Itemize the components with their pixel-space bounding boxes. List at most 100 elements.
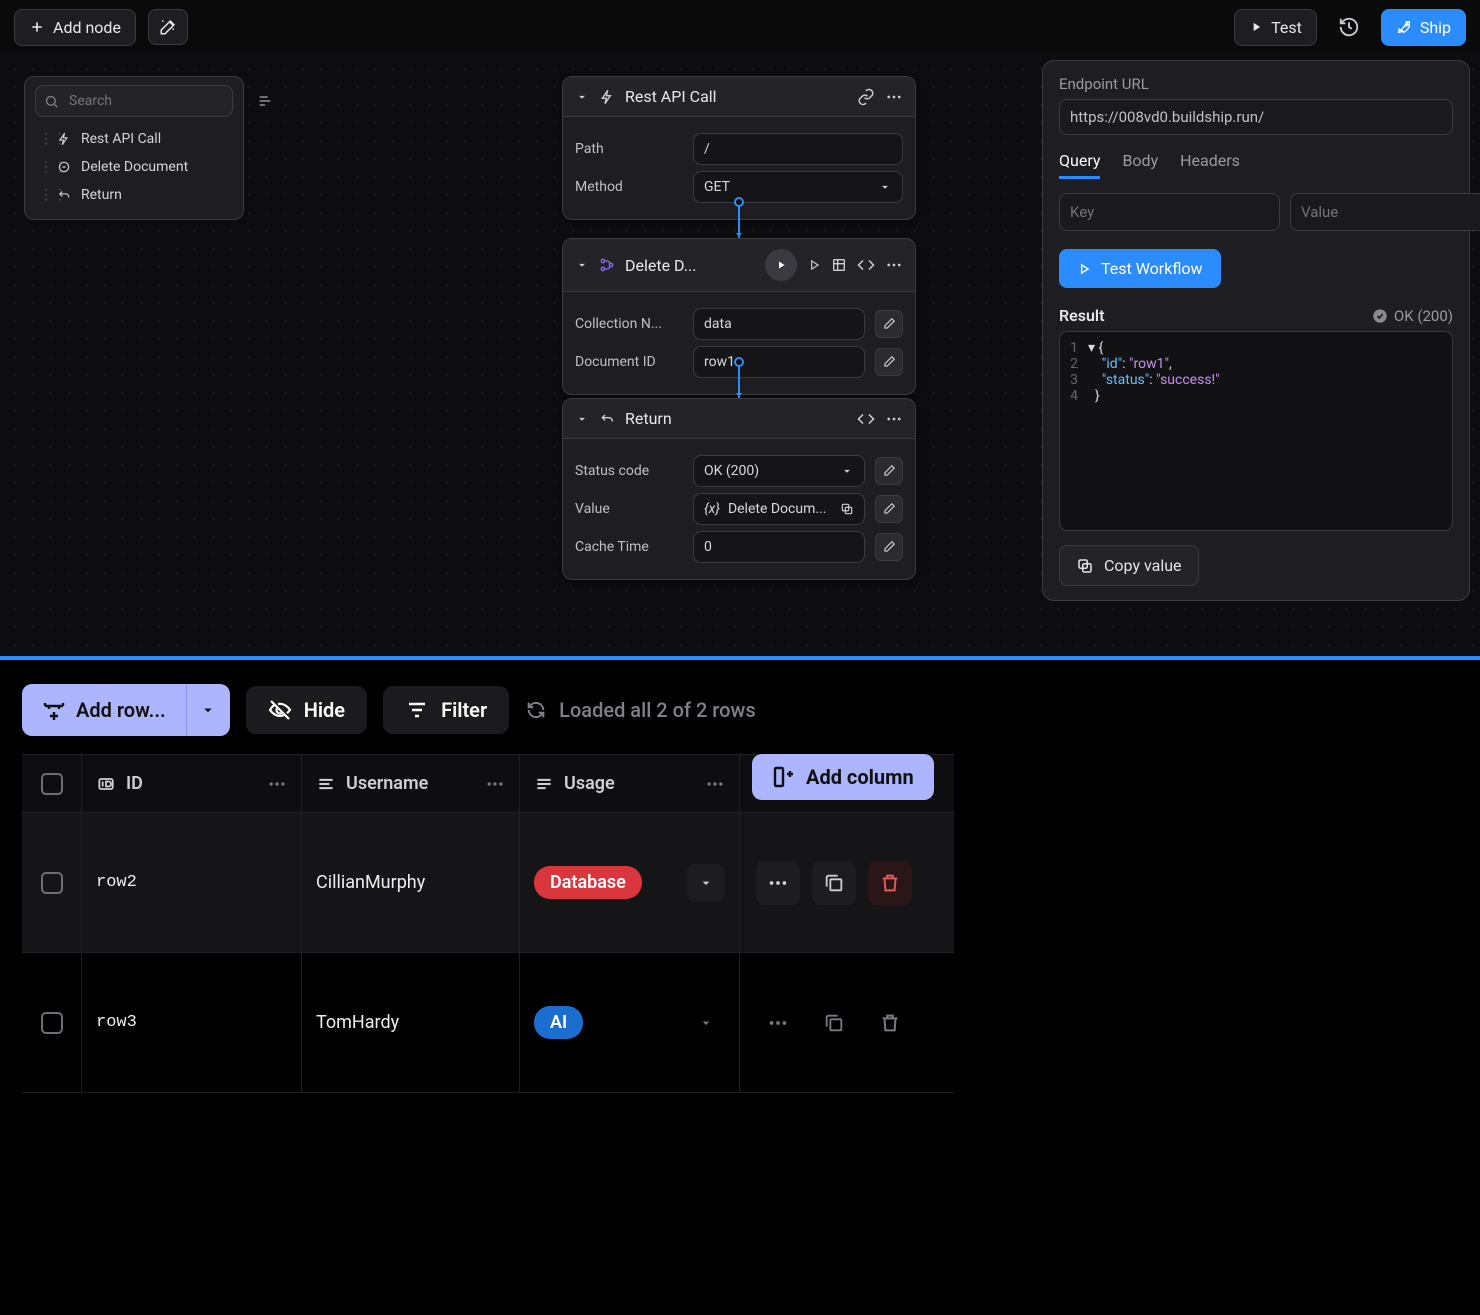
query-key-input[interactable] bbox=[1059, 193, 1280, 231]
path-label: Path bbox=[575, 141, 683, 157]
copy-icon[interactable] bbox=[840, 502, 854, 516]
method-value: GET bbox=[704, 179, 730, 195]
tab-headers[interactable]: Headers bbox=[1180, 151, 1240, 179]
table-row[interactable]: row2 CillianMurphy Database bbox=[22, 813, 954, 953]
column-more-icon[interactable] bbox=[705, 774, 725, 794]
link-icon[interactable] bbox=[857, 88, 875, 106]
usage-chip[interactable]: Database bbox=[534, 866, 642, 899]
node-return[interactable]: Return Status code OK (200) Value {x} bbox=[562, 398, 916, 580]
outline-search[interactable] bbox=[35, 85, 233, 117]
param-tabs: Query Body Headers bbox=[1059, 151, 1453, 179]
cache-field[interactable]: 0 bbox=[693, 531, 865, 563]
play-outline-icon[interactable] bbox=[807, 258, 821, 272]
row-checkbox[interactable] bbox=[41, 1012, 63, 1034]
result-label: Result bbox=[1059, 306, 1104, 325]
collection-value: data bbox=[704, 316, 732, 332]
result-code[interactable]: 1▾ { 2 "id": "row1", 3 "status": "succes… bbox=[1059, 331, 1453, 531]
drag-handle-icon[interactable]: ⋮⋮ bbox=[39, 187, 47, 203]
drag-handle-icon[interactable]: ⋮⋮ bbox=[39, 131, 47, 147]
select-all-checkbox[interactable] bbox=[41, 773, 63, 795]
edit-button[interactable] bbox=[875, 533, 903, 561]
cache-label: Cache Time bbox=[575, 539, 683, 555]
tab-query[interactable]: Query bbox=[1059, 151, 1100, 179]
row-duplicate-button[interactable] bbox=[812, 1001, 856, 1045]
more-icon[interactable] bbox=[885, 256, 903, 274]
sheet-toolbar: Add row... Hide Filter Loaded all 2 of 2… bbox=[22, 684, 1458, 736]
edit-button[interactable] bbox=[875, 457, 903, 485]
code-icon[interactable] bbox=[857, 410, 875, 428]
history-button[interactable] bbox=[1329, 7, 1369, 47]
row-more-button[interactable] bbox=[756, 1001, 800, 1045]
path-field[interactable]: / bbox=[693, 133, 903, 165]
outline-item-return[interactable]: ⋮⋮ Return bbox=[35, 181, 233, 209]
hide-button[interactable]: Hide bbox=[246, 686, 367, 734]
row-delete-button[interactable] bbox=[868, 1001, 912, 1045]
add-node-label: Add node bbox=[53, 18, 121, 37]
add-row-dropdown[interactable] bbox=[186, 684, 230, 736]
endpoint-url[interactable]: https://008vd0.buildship.run/ bbox=[1059, 99, 1453, 135]
api-icon bbox=[57, 132, 71, 146]
column-more-icon[interactable] bbox=[267, 774, 287, 794]
filter-icon bbox=[405, 698, 429, 722]
row-duplicate-button[interactable] bbox=[812, 861, 856, 905]
edit-button[interactable] bbox=[875, 310, 903, 338]
rocket-icon bbox=[1396, 19, 1412, 35]
play-icon bbox=[1249, 20, 1263, 34]
col-id-label: ID bbox=[126, 773, 257, 794]
tab-body[interactable]: Body bbox=[1122, 151, 1158, 179]
more-icon[interactable] bbox=[885, 88, 903, 106]
cell-username[interactable]: CillianMurphy bbox=[316, 872, 425, 893]
code-icon[interactable] bbox=[857, 256, 875, 274]
chevron-down-icon[interactable] bbox=[575, 412, 589, 426]
table-icon[interactable] bbox=[831, 257, 847, 273]
data-grid: Add column ID Username Usage bbox=[22, 754, 954, 1093]
chevron-down-icon[interactable] bbox=[575, 258, 589, 272]
filter-button[interactable]: Filter bbox=[383, 686, 509, 734]
usage-dropdown[interactable] bbox=[687, 1004, 725, 1042]
query-value-input[interactable] bbox=[1290, 193, 1480, 231]
table-row[interactable]: row3 TomHardy AI bbox=[22, 953, 954, 1093]
value-field[interactable]: {x} Delete Docum... bbox=[693, 493, 865, 525]
cell-id[interactable]: row3 bbox=[96, 1013, 137, 1032]
usage-dropdown[interactable] bbox=[687, 864, 725, 902]
filter-label: Filter bbox=[441, 698, 487, 722]
copy-value-button[interactable]: Copy value bbox=[1059, 545, 1199, 586]
chevron-down-icon[interactable] bbox=[575, 90, 589, 104]
status-select[interactable]: OK (200) bbox=[693, 455, 865, 487]
add-row-label: Add row... bbox=[76, 698, 166, 722]
usage-chip[interactable]: AI bbox=[534, 1006, 583, 1039]
method-select[interactable]: GET bbox=[693, 171, 903, 203]
add-column-button[interactable]: Add column bbox=[752, 754, 934, 800]
add-row-button[interactable]: Add row... bbox=[22, 684, 186, 736]
drag-handle-icon[interactable]: ⋮⋮ bbox=[39, 159, 47, 175]
column-more-icon[interactable] bbox=[485, 774, 505, 794]
chevron-down-icon bbox=[878, 180, 892, 194]
more-icon[interactable] bbox=[885, 410, 903, 428]
cell-username[interactable]: TomHardy bbox=[316, 1012, 399, 1033]
outline-item-rest[interactable]: ⋮⋮ Rest API Call bbox=[35, 125, 233, 153]
row-more-button[interactable] bbox=[756, 861, 800, 905]
outline-item-delete[interactable]: ⋮⋮ Delete Document bbox=[35, 153, 233, 181]
add-node-button[interactable]: Add node bbox=[14, 9, 136, 46]
collection-field[interactable]: data bbox=[693, 308, 865, 340]
edit-button[interactable] bbox=[875, 495, 903, 523]
magic-wand-button[interactable] bbox=[148, 9, 188, 45]
col-user-label: Username bbox=[346, 773, 475, 794]
ship-button[interactable]: Ship bbox=[1381, 9, 1466, 46]
workflow-canvas[interactable]: ⋮⋮ Rest API Call ⋮⋮ Delete Document ⋮⋮ bbox=[0, 54, 1480, 656]
cell-id[interactable]: row2 bbox=[96, 873, 137, 892]
variable-icon: {x} bbox=[704, 501, 720, 517]
list-icon[interactable] bbox=[257, 93, 273, 109]
result-id: "row1" bbox=[1129, 356, 1169, 372]
edit-button[interactable] bbox=[875, 348, 903, 376]
row-delete-button[interactable] bbox=[868, 861, 912, 905]
run-step-button[interactable] bbox=[765, 249, 797, 281]
outline-search-input[interactable] bbox=[67, 92, 249, 110]
id-icon bbox=[96, 774, 116, 794]
document-id-field[interactable]: row1 bbox=[693, 346, 865, 378]
row-checkbox[interactable] bbox=[41, 872, 63, 894]
test-workflow-button[interactable]: Test Workflow bbox=[1059, 249, 1221, 288]
hide-icon bbox=[268, 698, 292, 722]
test-button[interactable]: Test bbox=[1234, 9, 1317, 46]
test-workflow-label: Test Workflow bbox=[1101, 259, 1203, 278]
